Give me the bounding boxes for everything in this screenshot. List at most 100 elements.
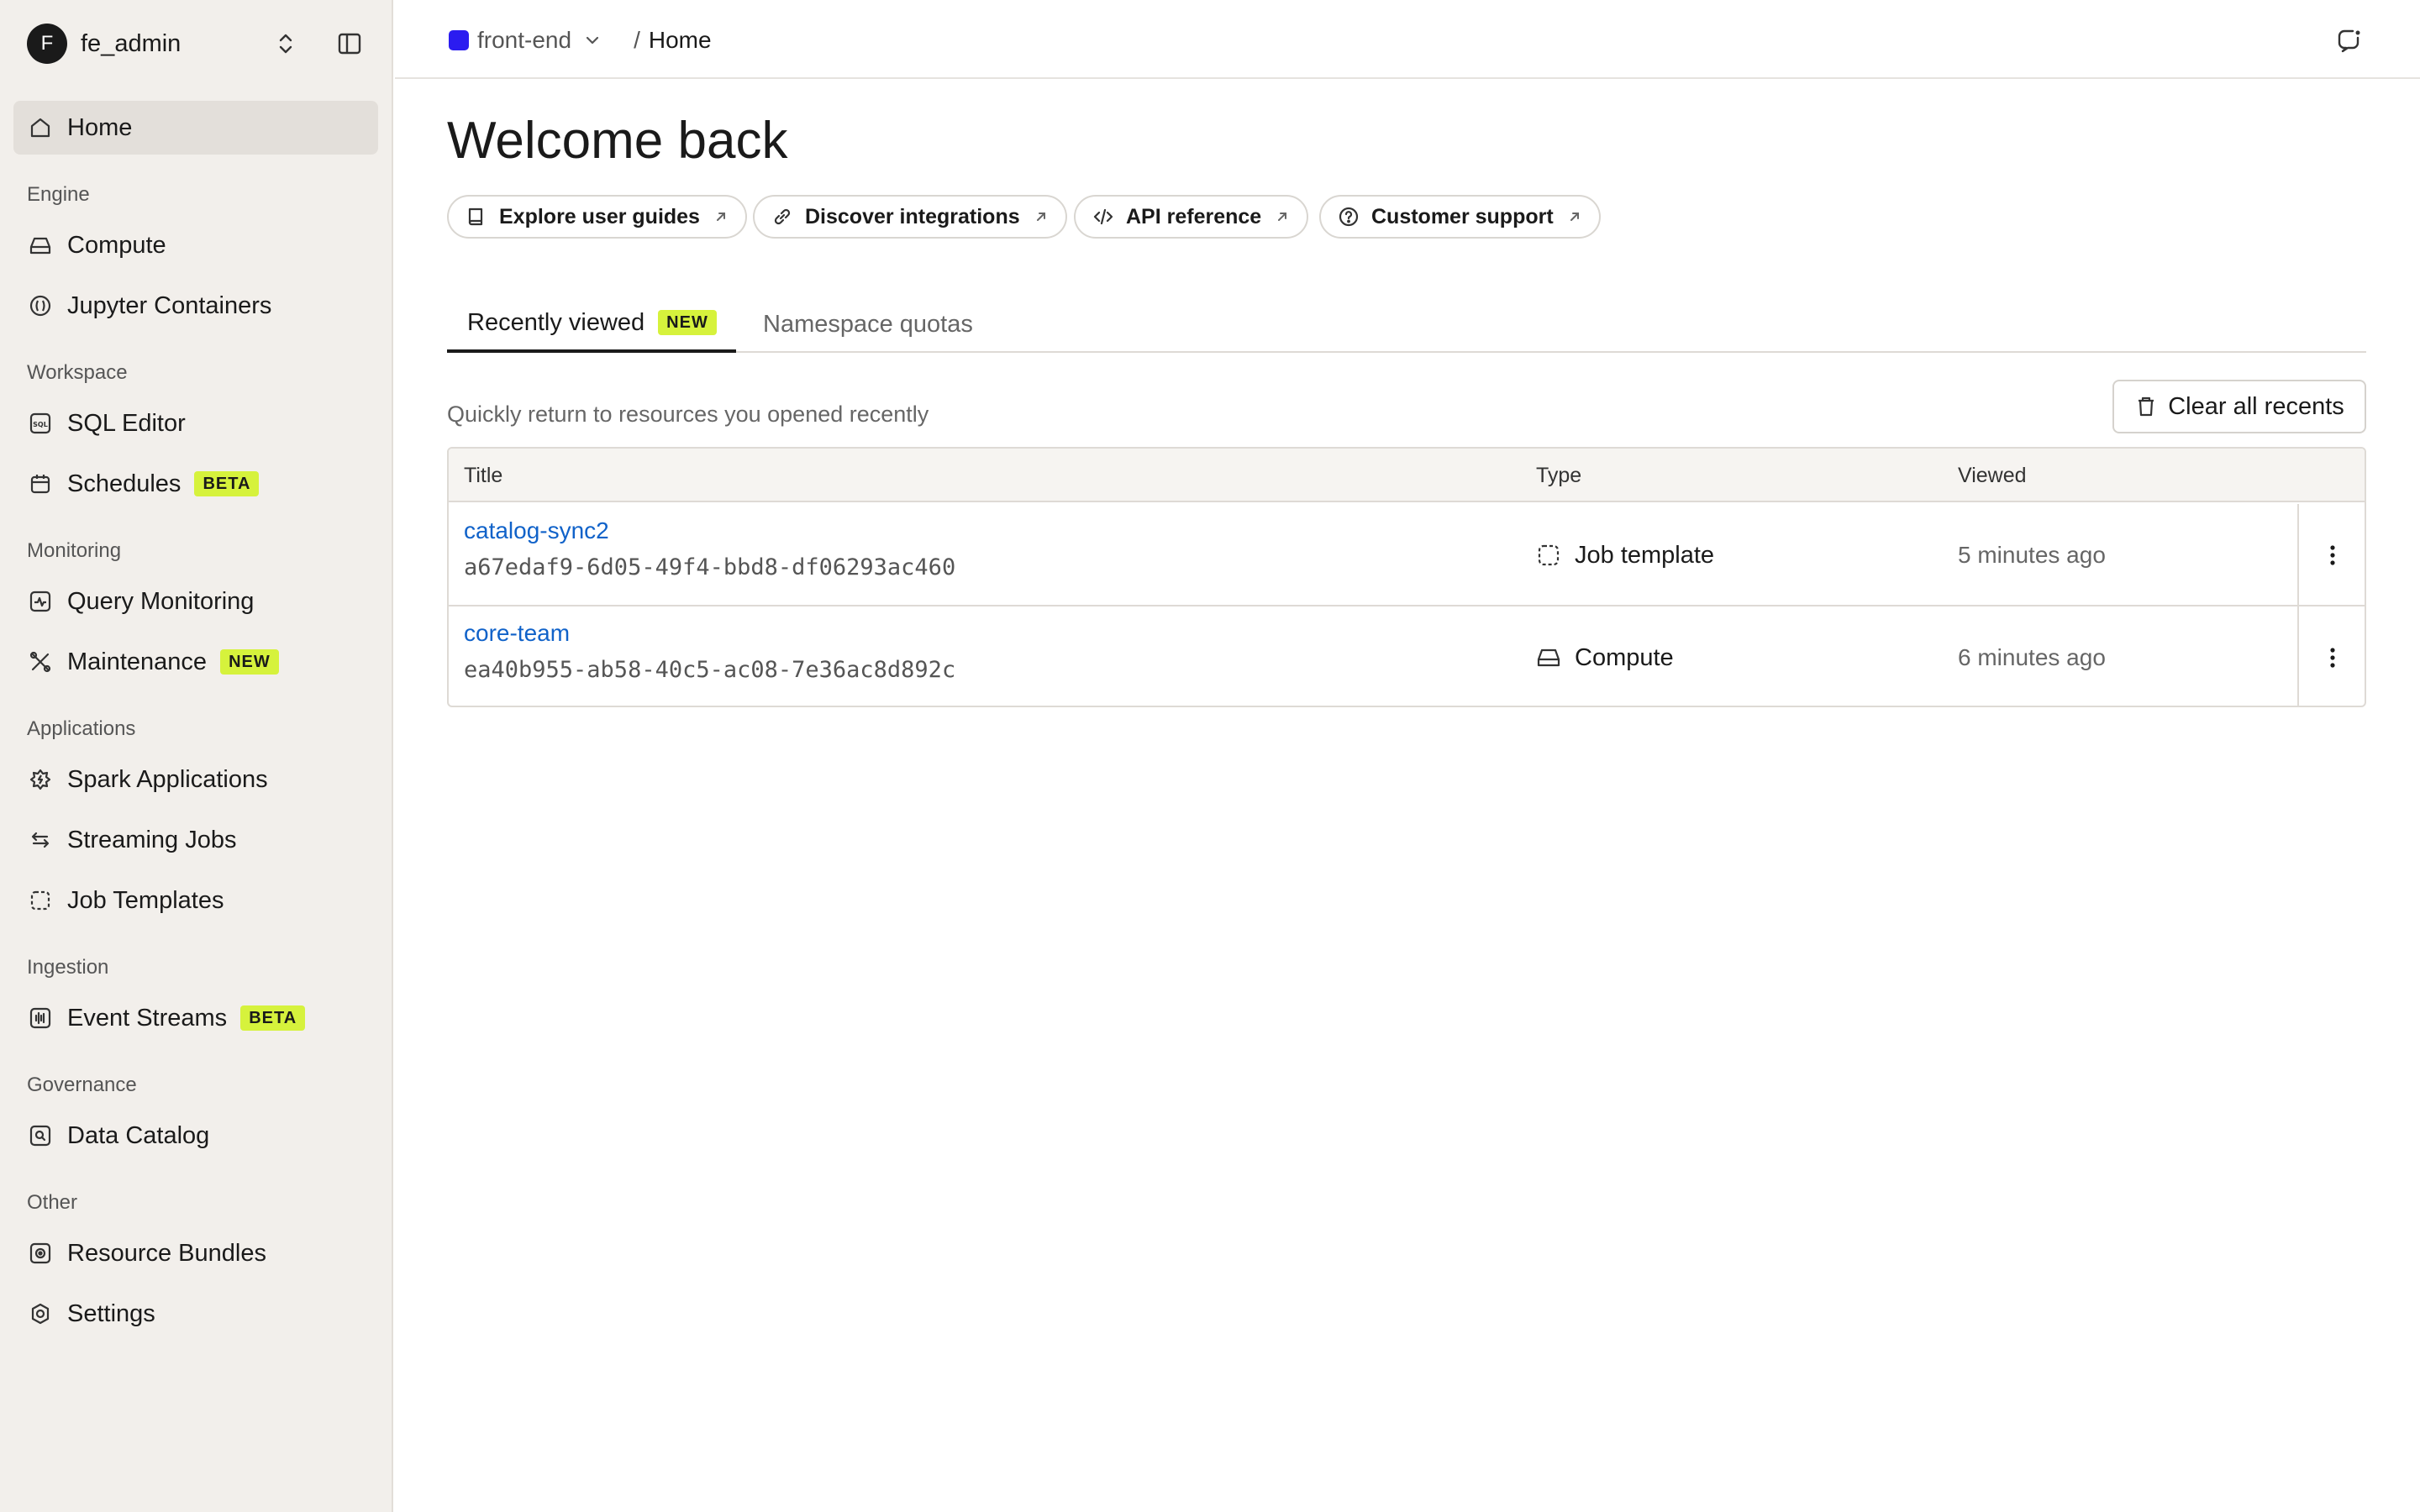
external-link-icon	[1567, 209, 1582, 224]
external-link-icon	[1275, 209, 1290, 224]
title-cell: core-team ea40b955-ab58-40c5-ac08-7e36ac…	[464, 620, 955, 683]
workspace-name: fe_admin	[81, 29, 182, 57]
more-vertical-icon[interactable]	[2299, 504, 2365, 606]
title-cell: catalog-sync2 a67edaf9-6d05-49f4-bbd8-df…	[464, 517, 955, 580]
hard-drive-icon	[27, 232, 54, 259]
new-badge: NEW	[658, 310, 717, 335]
resource-link[interactable]: catalog-sync2	[464, 517, 955, 544]
tab-recently-viewed[interactable]: Recently viewed NEW	[447, 296, 736, 353]
viewed-cell: 6 minutes ago	[1958, 644, 2106, 670]
workspace-switcher[interactable]: F fe_admin	[27, 24, 366, 64]
column-header-title: Title	[464, 463, 503, 487]
audio-wave-icon	[27, 1005, 54, 1032]
viewed-cell: 5 minutes ago	[1958, 542, 2106, 568]
sidebar-item-label: Compute	[67, 231, 166, 259]
external-link-icon	[713, 209, 729, 224]
link-icon	[771, 206, 793, 228]
sidebar-item-label: Settings	[67, 1299, 155, 1327]
breadcrumb-separator: /	[634, 27, 640, 53]
type-label: Compute	[1575, 643, 1674, 671]
section-monitoring: Monitoring	[27, 539, 122, 562]
clear-all-recents-button[interactable]: Clear all recents	[2112, 380, 2366, 433]
beta-badge: BETA	[240, 1005, 306, 1031]
sidebar-item-settings[interactable]: Settings	[13, 1287, 378, 1341]
column-header-viewed: Viewed	[1958, 463, 2027, 487]
chevrons-up-down-icon[interactable]	[272, 24, 299, 64]
chevron-down-icon[interactable]	[583, 31, 602, 50]
topbar: front-end / Home	[395, 0, 2420, 79]
tab-label: Namespace quotas	[763, 310, 973, 338]
quick-link-label: Customer support	[1371, 204, 1554, 228]
arrows-left-right-icon	[27, 827, 54, 853]
sidebar-item-label: Job Templates	[67, 886, 224, 914]
sidebar-item-sql-editor[interactable]: SQL SQL Editor	[13, 396, 378, 450]
section-applications: Applications	[27, 717, 136, 740]
calendar-icon	[27, 470, 54, 497]
catalog-search-icon	[27, 1122, 54, 1149]
sidebar-item-schedules[interactable]: Schedules BETA	[13, 457, 378, 511]
section-description: Quickly return to resources you opened r…	[447, 402, 929, 427]
dashed-square-icon	[1536, 543, 1561, 568]
project-color-swatch	[449, 30, 469, 50]
svg-text:SQL: SQL	[33, 421, 48, 428]
sidebar-item-jupyter[interactable]: Jupyter Containers	[13, 279, 378, 333]
explore-guides-link[interactable]: Explore user guides	[447, 195, 747, 239]
sidebar-item-query-monitoring[interactable]: Query Monitoring	[13, 575, 378, 628]
dashed-square-icon	[27, 887, 54, 914]
sidebar-item-label: Query Monitoring	[67, 587, 255, 615]
customer-support-link[interactable]: Customer support	[1319, 195, 1601, 239]
sidebar-item-data-catalog[interactable]: Data Catalog	[13, 1109, 378, 1163]
quick-link-label: API reference	[1126, 204, 1262, 228]
chat-icon[interactable]	[2333, 24, 2366, 57]
section-other: Other	[27, 1191, 78, 1214]
tab-label: Recently viewed	[467, 308, 645, 336]
new-badge: NEW	[220, 649, 279, 675]
sidebar-item-label: SQL Editor	[67, 409, 186, 437]
avatar: F	[27, 24, 67, 64]
table-row[interactable]: catalog-sync2 a67edaf9-6d05-49f4-bbd8-df…	[449, 504, 2365, 606]
help-circle-icon	[1338, 206, 1360, 228]
sidebar-item-label: Jupyter Containers	[67, 291, 272, 319]
jupyter-icon	[27, 292, 54, 319]
resource-link[interactable]: core-team	[464, 620, 955, 647]
sidebar-item-spark-applications[interactable]: Spark Applications	[13, 753, 378, 806]
sidebar-item-streaming-jobs[interactable]: Streaming Jobs	[13, 813, 378, 867]
section-governance: Governance	[27, 1074, 137, 1096]
sidebar-item-compute[interactable]: Compute	[13, 218, 378, 272]
sidebar-toggle-icon[interactable]	[333, 24, 366, 64]
quick-link-label: Explore user guides	[499, 204, 700, 228]
sidebar: F fe_admin Home Engine Compute Jupyter C…	[0, 0, 393, 1512]
gear-icon	[27, 1300, 54, 1327]
sidebar-item-home[interactable]: Home	[13, 101, 378, 155]
sidebar-item-label: Home	[67, 113, 133, 141]
breadcrumb-current: Home	[648, 27, 712, 53]
section-engine: Engine	[27, 183, 90, 206]
hard-drive-icon	[1536, 645, 1561, 670]
api-reference-link[interactable]: API reference	[1074, 195, 1309, 239]
bundle-icon	[27, 1240, 54, 1267]
tab-bar: Recently viewed NEW Namespace quotas	[447, 296, 2366, 353]
sidebar-item-label: Streaming Jobs	[67, 826, 237, 853]
sidebar-item-resource-bundles[interactable]: Resource Bundles	[13, 1226, 378, 1280]
more-vertical-icon[interactable]	[2299, 606, 2365, 706]
sidebar-item-job-templates[interactable]: Job Templates	[13, 874, 378, 927]
tools-icon	[27, 648, 54, 675]
sidebar-item-label: Schedules	[67, 470, 182, 497]
code-icon	[1092, 206, 1114, 228]
sidebar-item-label: Maintenance	[67, 648, 208, 675]
home-icon	[27, 114, 54, 141]
sidebar-item-maintenance[interactable]: Maintenance NEW	[13, 635, 378, 689]
discover-integrations-link[interactable]: Discover integrations	[753, 195, 1067, 239]
beta-badge: BETA	[194, 471, 260, 496]
type-cell: Compute	[1536, 606, 1674, 706]
trash-icon	[2134, 395, 2158, 418]
table-row[interactable]: core-team ea40b955-ab58-40c5-ac08-7e36ac…	[449, 606, 2365, 706]
activity-icon	[27, 588, 54, 615]
type-label: Job template	[1575, 541, 1715, 569]
tab-namespace-quotas[interactable]: Namespace quotas	[763, 296, 973, 353]
sidebar-item-event-streams[interactable]: Event Streams BETA	[13, 991, 378, 1045]
type-cell: Job template	[1536, 504, 1714, 606]
project-selector[interactable]: front-end	[477, 27, 571, 54]
book-icon	[466, 206, 487, 228]
spark-icon	[27, 766, 54, 793]
